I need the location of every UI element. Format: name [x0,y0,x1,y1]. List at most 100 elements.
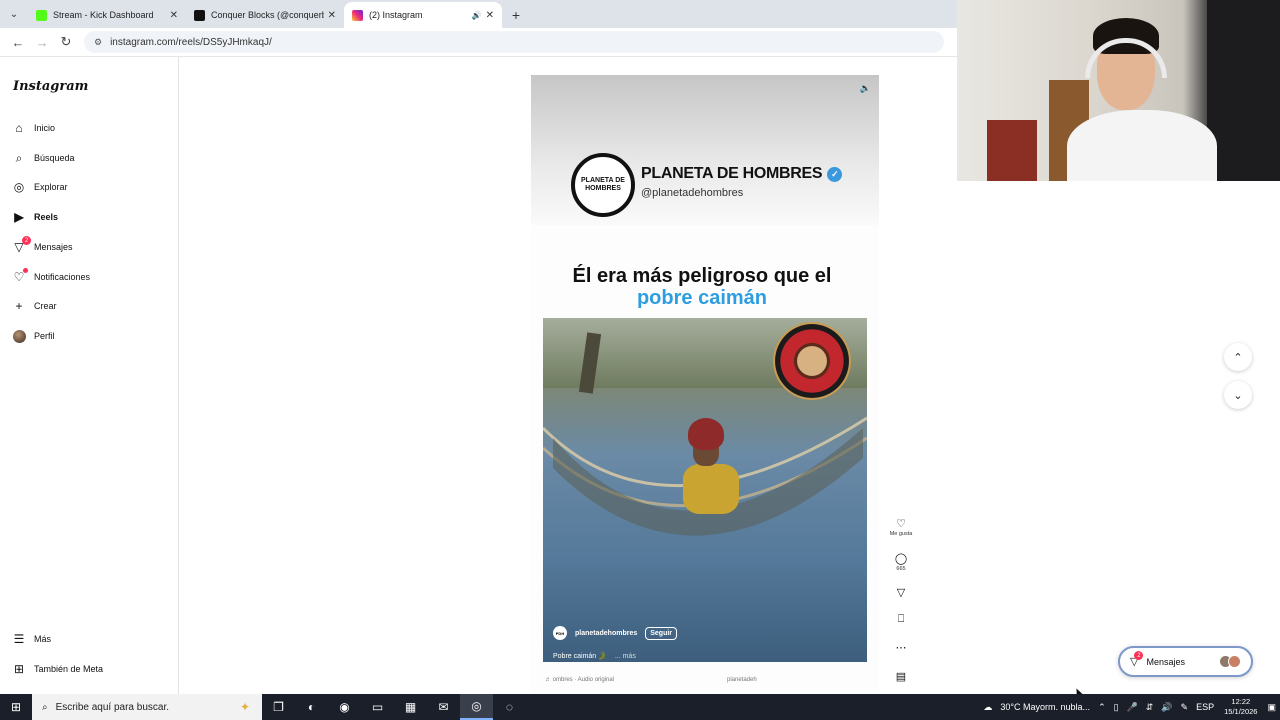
windows-taskbar: ⊞ ⌕ Escribe aquí para buscar. ✦ ❐ ◐ ◉ ▭ … [0,694,1280,720]
bookmark-icon: ⎕ [897,613,905,625]
author-avatar[interactable]: PDH [553,626,567,640]
outlook-icon[interactable]: ✉ [427,694,460,720]
sidebar-item-label: Explorar [34,182,68,192]
notification-dot [23,268,28,273]
sidebar-item-crear[interactable]: + Crear [12,295,56,317]
pen-icon[interactable]: ✎ [1181,702,1189,713]
instagram-sidebar: Instagram ⌂ Inicio ⌕ Búsqueda ◎ Explorar… [0,57,179,694]
messages-floating-button[interactable]: ▽ 2 Mensajes [1118,646,1253,677]
notifications-icon[interactable]: ▣ [1267,702,1276,713]
sidebar-item-label: También de Meta [34,664,104,674]
clock[interactable]: 12:22 15/1/2026 [1224,697,1257,717]
chevron-up-icon[interactable]: ⌃ [1098,702,1106,713]
like-button[interactable]: ♡ Me gusta [886,517,916,537]
previous-reel-button[interactable]: ⌃ [1224,343,1252,371]
reel-video[interactable]: 🔈 PLANETA DE HOMBRES PLANETA DE HOMBRES … [531,75,879,694]
audio-thumbnail-icon: ▤ [895,671,907,683]
url-text: instagram.com/reels/DS5yJHmkaqJ/ [110,36,272,48]
compass-icon: ◎ [13,180,25,194]
comment-button[interactable]: ◯ 665 [886,552,916,572]
brand-logo-text: PLANETA DE HOMBRES [581,177,625,192]
weather-text[interactable]: 30°C Mayorm. nubla... [1000,702,1090,712]
share-icon: ▽ [896,587,906,599]
new-tab-button[interactable]: + [502,2,530,28]
sidebar-item-mas[interactable]: ☰ Más [12,628,51,650]
sidebar-item-explorar[interactable]: ◎ Explorar [12,176,68,198]
brand-name: PLANETA DE HOMBRES ✓ [641,165,843,183]
close-tab-icon[interactable]: ✕ [486,10,494,21]
obs-icon[interactable]: ◌ [493,694,526,720]
close-tab-icon[interactable]: ✕ [170,10,178,21]
volume-icon[interactable]: 🔊 [1161,702,1172,713]
volume-icon[interactable]: 🔈 [860,83,871,94]
edge-icon[interactable]: ◉ [328,694,361,720]
sidebar-item-busqueda[interactable]: ⌕ Búsqueda [12,147,75,169]
search-icon: ⌕ [15,150,23,165]
headline-line-2: pobre caimán [636,287,768,309]
chrome-icon[interactable]: ◎ [460,694,493,720]
author-username[interactable]: planetadehombres [575,630,637,637]
brand-name-text: PLANETA DE HOMBRES [641,165,823,182]
more-options-button[interactable]: ⋯ [886,641,916,654]
comment-count: 665 [896,566,906,572]
follow-button[interactable]: Seguir [645,626,678,640]
address-bar[interactable]: ⚙ instagram.com/reels/DS5yJHmkaqJ/ [84,31,944,53]
heart-icon: ♡ [896,518,906,530]
forward-arrow-icon[interactable]: → [30,30,54,54]
speaker-icon[interactable]: 🔊 [472,11,482,20]
browser-tab-instagram[interactable]: (2) Instagram 🔊 ✕ [344,2,502,28]
browser-tab-conquer-blocks[interactable]: Conquer Blocks (@conquerblocks) ✕ [186,2,344,28]
browser-toolbar: ← → ↻ ⚙ instagram.com/reels/DS5yJHmkaqJ/ [0,28,957,56]
sidebar-item-label: Notificaciones [34,272,91,282]
chevron-up-icon: ⌃ [1233,351,1243,364]
site-info-icon[interactable]: ⚙ [94,37,102,48]
search-icon: ⌕ [42,701,48,713]
task-view-icon[interactable]: ❐ [262,694,295,720]
sidebar-item-label: Búsqueda [34,153,75,163]
instagram-logo[interactable]: Instagram [13,79,88,94]
battery-icon[interactable]: ▯ [1114,702,1119,713]
copilot-icon[interactable]: ◐ [295,694,328,720]
next-reel-button[interactable]: ⌄ [1224,381,1252,409]
roulette-wheel-icon [775,324,849,398]
man-in-hammock [653,418,743,538]
back-arrow-icon[interactable]: ← [6,30,30,54]
file-explorer-icon[interactable]: ▭ [361,694,394,720]
tab-search-dropdown-icon[interactable]: ⌄ [0,0,28,28]
share-button[interactable]: ▽ [886,586,916,599]
browser-tab-strip: ⌄ Stream - Kick Dashboard ✕ Conquer Bloc… [0,0,957,28]
sidebar-item-tambien-de-meta[interactable]: ⊞ También de Meta [12,658,103,680]
tiktok-favicon-icon [194,9,205,21]
store-icon[interactable]: ▦ [394,694,427,720]
reel-author[interactable]: PDH planetadehombres Seguir [553,626,678,640]
reels-icon: ▶ [14,210,24,224]
unread-badge: 2 [1134,651,1144,660]
browser-tab-kick[interactable]: Stream - Kick Dashboard ✕ [28,2,186,28]
language-indicator[interactable]: ESP [1196,702,1214,712]
microphone-icon[interactable]: 🎤 [1127,702,1138,713]
kick-favicon-icon [36,9,47,21]
headline-line-1: Él era más peligroso que el [572,265,832,287]
close-tab-icon[interactable]: ✕ [328,10,336,21]
message-avatars [1219,655,1241,668]
audio-track[interactable]: ♬ ombres · Audio original [545,677,614,683]
sidebar-item-inicio[interactable]: ⌂ Inicio [12,117,55,139]
sidebar-item-reels[interactable]: ▶ Reels [12,206,58,228]
audio-page-button[interactable]: ▤ [886,670,916,683]
reel-caption[interactable]: Pobre caimán 🐊 ... más [553,652,636,660]
taskbar-search-placeholder: Escribe aquí para buscar. [55,701,170,713]
video-frame[interactable]: PDH planetadehombres Seguir Pobre caimán… [543,318,867,662]
network-icon[interactable]: ⇵ [1146,702,1154,713]
caption-more-link[interactable]: ... más [615,653,636,660]
comment-icon: ◯ [894,553,908,565]
weather-icon[interactable]: ☁ [983,702,992,713]
reload-icon[interactable]: ↻ [54,30,78,54]
brand-handle: @planetadehombres [641,187,744,199]
sidebar-item-perfil[interactable]: Perfil [12,325,55,347]
save-button[interactable]: ⎕ [886,613,916,626]
windows-start-icon[interactable]: ⊞ [0,694,32,720]
audio-watermark: planetadeh [727,677,757,683]
sidebar-item-mensajes[interactable]: ▽ 2 Mensajes [12,236,73,258]
sidebar-item-notificaciones[interactable]: ♡ Notificaciones [12,266,90,288]
taskbar-search-box[interactable]: ⌕ Escribe aquí para buscar. ✦ [32,694,262,720]
